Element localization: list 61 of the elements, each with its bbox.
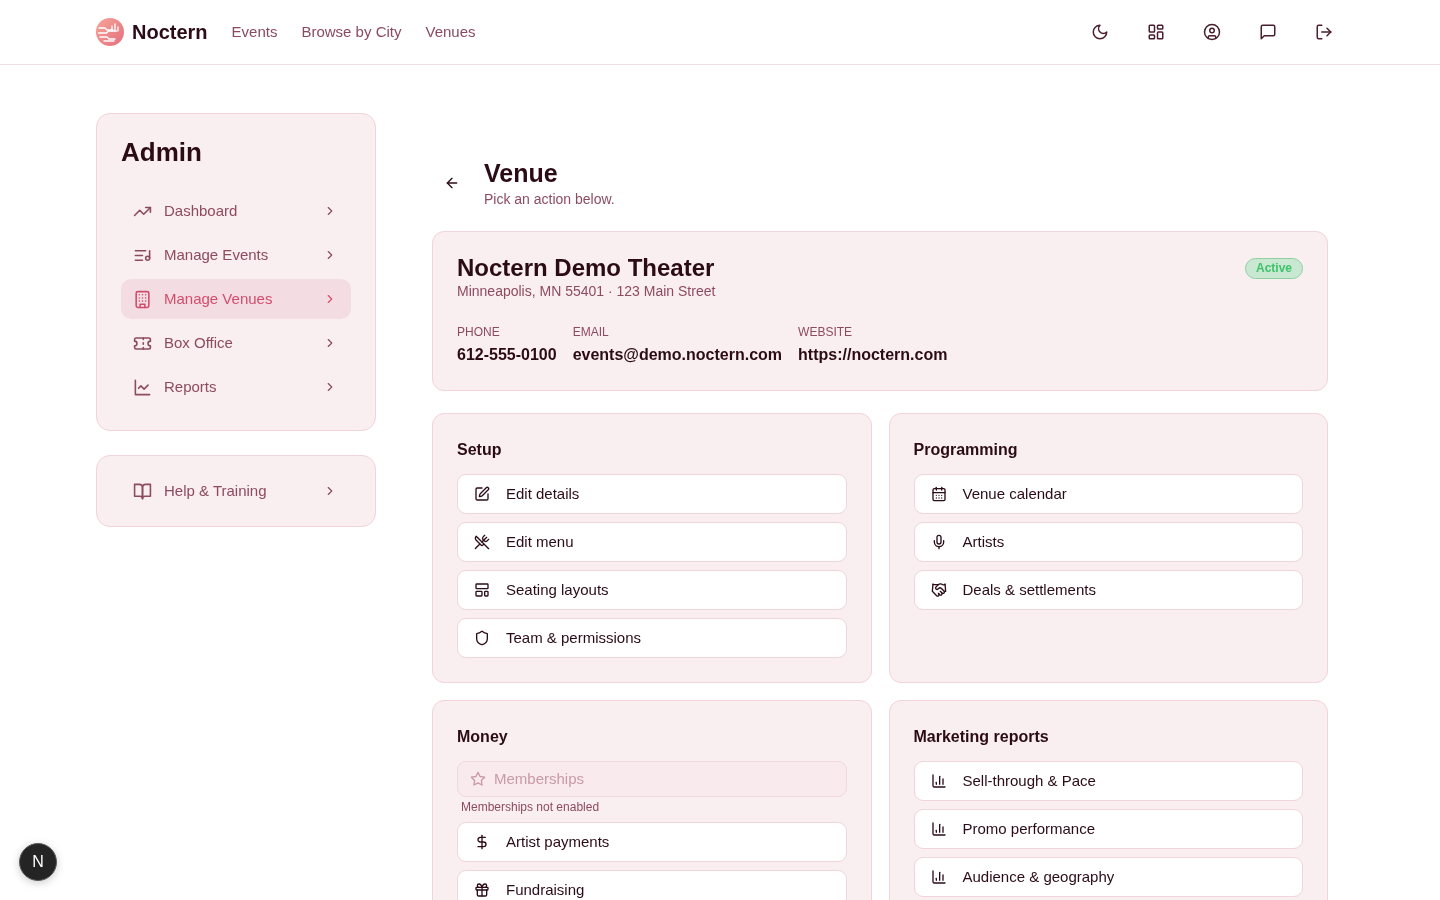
sidebar-item[interactable]: Help & Training <box>121 471 351 511</box>
bar-chart-icon <box>930 869 947 885</box>
sidebar-title: Admin <box>121 136 203 168</box>
action-button[interactable]: Team & permissions <box>457 618 847 658</box>
building-icon <box>133 289 152 309</box>
status-badge: Active <box>1244 258 1303 279</box>
user-circle-icon <box>1203 23 1221 41</box>
action-button[interactable]: Edit details <box>457 474 847 514</box>
star-icon <box>470 771 486 787</box>
field-value: https://noctern.com <box>798 345 948 365</box>
field-label: EMAIL <box>572 324 610 340</box>
bar-chart-icon <box>930 773 947 789</box>
open-book-icon <box>133 481 152 501</box>
handshake-icon <box>930 582 947 598</box>
logo-icon <box>96 18 124 46</box>
sidebar-item[interactable]: Dashboard <box>121 191 351 231</box>
section-title: Marketing reports <box>913 727 1050 747</box>
gift-icon <box>474 882 490 898</box>
calendar-icon <box>930 486 947 502</box>
chat-bubble-icon <box>1259 23 1277 41</box>
action-button[interactable]: Audience & geography <box>913 857 1303 897</box>
dev-tools-button[interactable]: N <box>19 843 57 881</box>
section-title: Setup <box>457 440 503 460</box>
moon-icon <box>1091 23 1109 41</box>
action-button[interactable]: Seating layouts <box>457 570 847 610</box>
action-button[interactable]: Artist payments <box>457 822 847 862</box>
shield-icon <box>474 630 490 646</box>
venue-name: Noctern Demo Theater <box>457 254 716 282</box>
action-button[interactable]: Sell-through & Pace <box>913 761 1303 801</box>
sidebar-item[interactable]: Box Office <box>121 323 351 363</box>
field-label: WEBSITE <box>798 324 854 340</box>
logout-icon <box>1315 23 1333 41</box>
line-chart-icon <box>133 377 152 397</box>
field-label: PHONE <box>457 324 501 340</box>
brand-name[interactable]: Noctern <box>132 20 208 44</box>
section-title: Programming <box>913 440 1019 460</box>
dollar-icon <box>474 834 490 850</box>
action-button[interactable]: Artists <box>913 522 1303 562</box>
action-button[interactable]: Edit menu <box>457 522 847 562</box>
pencil-square-icon <box>474 486 490 502</box>
fork-knife-crossed-icon <box>474 534 490 550</box>
nav-link[interactable]: Browse by City <box>301 22 402 42</box>
section-title: Money <box>457 727 509 747</box>
disabled-note: Memberships not enabled <box>461 800 601 814</box>
back-arrow-icon <box>444 175 460 191</box>
field-value: 612-555-0100 <box>457 345 557 365</box>
nav-link[interactable]: Venues <box>425 22 476 42</box>
venue-address: Minneapolis, MN 55401 · 123 Main Street <box>457 282 716 300</box>
action-button[interactable]: Fundraising <box>457 870 847 900</box>
dashboard-grid-icon <box>1147 23 1165 41</box>
page-subtitle: Pick an action below. <box>484 190 615 209</box>
nav-link[interactable]: Events <box>231 22 278 42</box>
sidebar-item[interactable]: Manage Events <box>121 235 351 275</box>
field-value: events@demo.noctern.com <box>572 345 783 365</box>
action-button[interactable]: Venue calendar <box>913 474 1303 514</box>
sidebar-item[interactable]: Reports <box>121 367 351 407</box>
layout-blocks-icon <box>474 582 490 598</box>
bar-chart-icon <box>930 821 947 837</box>
action-button[interactable]: Deals & settlements <box>913 570 1303 610</box>
page-title: Venue <box>484 158 559 189</box>
action-button[interactable]: Promo performance <box>913 809 1303 849</box>
